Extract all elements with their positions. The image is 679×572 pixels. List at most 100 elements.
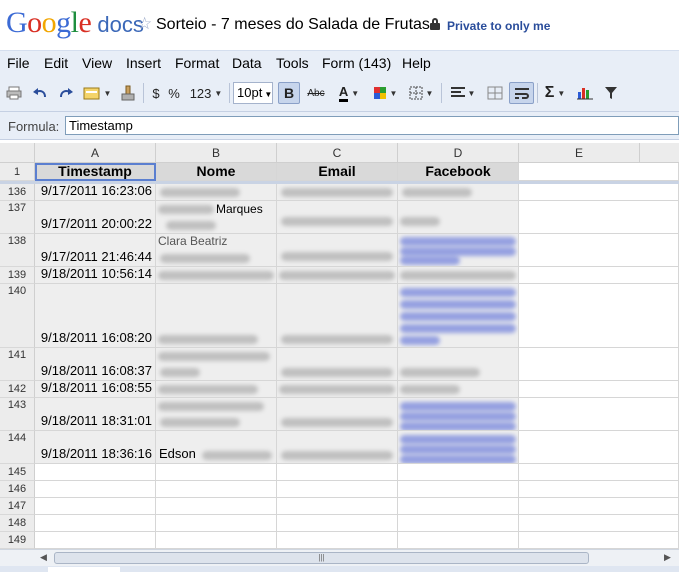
paint-format-icon[interactable] bbox=[118, 82, 138, 104]
empty-cell[interactable] bbox=[35, 498, 156, 515]
merge-icon[interactable] bbox=[484, 82, 506, 104]
header-cell-timestamp[interactable]: Timestamp bbox=[35, 163, 156, 181]
timestamp-cell[interactable]: 9/18/2011 10:56:14 bbox=[35, 267, 156, 284]
nome-cell[interactable]: Edson bbox=[156, 431, 277, 464]
google-docs-logo[interactable]: Google docs bbox=[6, 6, 144, 42]
timestamp-cell[interactable]: 9/18/2011 16:08:55 bbox=[35, 381, 156, 398]
empty-cell[interactable] bbox=[277, 498, 398, 515]
timestamp-cell[interactable]: 9/18/2011 16:08:37 bbox=[35, 348, 156, 381]
empty-cell[interactable] bbox=[398, 481, 519, 498]
menu-insert[interactable]: Insert bbox=[126, 55, 161, 71]
row-number[interactable]: 142 bbox=[0, 381, 35, 398]
timestamp-cell[interactable]: 9/17/2011 20:00:22 bbox=[35, 201, 156, 234]
percent-icon[interactable]: % bbox=[167, 82, 181, 104]
empty-cell[interactable] bbox=[156, 464, 277, 481]
timestamp-cell[interactable]: 9/17/2011 21:46:44 bbox=[35, 234, 156, 267]
row-number[interactable]: 139 bbox=[0, 267, 35, 284]
row-number[interactable]: 149 bbox=[0, 532, 35, 549]
empty-cell[interactable] bbox=[398, 464, 519, 481]
borders-icon[interactable]: ▼ bbox=[406, 82, 436, 104]
print-icon[interactable] bbox=[4, 82, 24, 104]
nome-cell[interactable] bbox=[156, 267, 277, 284]
facebook-cell[interactable] bbox=[398, 184, 519, 201]
scroll-left-icon[interactable]: ◀ bbox=[40, 552, 47, 563]
menu-help[interactable]: Help bbox=[402, 55, 431, 71]
facebook-cell[interactable] bbox=[398, 431, 519, 464]
row-number[interactable]: 141 bbox=[0, 348, 35, 381]
timestamp-cell[interactable]: 9/18/2011 16:08:20 bbox=[35, 284, 156, 348]
empty-cell[interactable] bbox=[519, 184, 679, 201]
format-icon[interactable]: ▼ bbox=[82, 82, 112, 104]
row-number[interactable]: 146 bbox=[0, 481, 35, 498]
empty-cell[interactable] bbox=[35, 532, 156, 549]
undo-icon[interactable] bbox=[30, 82, 50, 104]
empty-cell[interactable] bbox=[277, 464, 398, 481]
empty-cell[interactable] bbox=[519, 481, 679, 498]
email-cell[interactable] bbox=[277, 184, 398, 201]
filter-icon[interactable] bbox=[601, 82, 621, 104]
number-format-icon[interactable]: 123 ▼ bbox=[186, 82, 226, 104]
row-number[interactable]: 145 bbox=[0, 464, 35, 481]
row-number[interactable]: 138 bbox=[0, 234, 35, 267]
empty-cell[interactable] bbox=[519, 284, 679, 348]
empty-cell[interactable] bbox=[519, 498, 679, 515]
align-icon[interactable]: ▼ bbox=[448, 82, 478, 104]
facebook-cell[interactable] bbox=[398, 234, 519, 267]
wrap-icon[interactable] bbox=[509, 82, 534, 104]
column-header-f[interactable] bbox=[640, 143, 679, 163]
nome-cell[interactable] bbox=[156, 348, 277, 381]
empty-cell[interactable] bbox=[519, 398, 679, 431]
timestamp-cell[interactable]: 9/18/2011 18:36:16 bbox=[35, 431, 156, 464]
email-cell[interactable] bbox=[277, 381, 398, 398]
timestamp-cell[interactable]: 9/17/2011 16:23:06 bbox=[35, 184, 156, 201]
empty-cell[interactable] bbox=[398, 515, 519, 532]
empty-cell[interactable] bbox=[519, 163, 679, 181]
facebook-cell[interactable] bbox=[398, 398, 519, 431]
row-number[interactable]: 140 bbox=[0, 284, 35, 348]
column-header-d[interactable]: D bbox=[398, 143, 519, 163]
email-cell[interactable] bbox=[277, 431, 398, 464]
empty-cell[interactable] bbox=[519, 515, 679, 532]
facebook-cell[interactable] bbox=[398, 284, 519, 348]
row-number[interactable]: 148 bbox=[0, 515, 35, 532]
row-number[interactable]: 147 bbox=[0, 498, 35, 515]
empty-cell[interactable] bbox=[519, 464, 679, 481]
formula-input[interactable]: Timestamp bbox=[65, 116, 679, 135]
empty-cell[interactable] bbox=[156, 498, 277, 515]
empty-cell[interactable] bbox=[277, 532, 398, 549]
nome-cell[interactable]: Marques bbox=[156, 201, 277, 234]
facebook-cell[interactable] bbox=[398, 267, 519, 284]
bold-icon[interactable]: B bbox=[278, 82, 300, 104]
column-header-b[interactable]: B bbox=[156, 143, 277, 163]
nome-cell[interactable] bbox=[156, 284, 277, 348]
email-cell[interactable] bbox=[277, 267, 398, 284]
sum-icon[interactable]: Σ ▼ bbox=[541, 82, 569, 104]
empty-cell[interactable] bbox=[156, 532, 277, 549]
horizontal-scrollbar[interactable]: ◀ ||| ▶ bbox=[0, 549, 679, 566]
menu-format[interactable]: Format bbox=[175, 55, 219, 71]
empty-cell[interactable] bbox=[519, 532, 679, 549]
nome-cell[interactable] bbox=[156, 381, 277, 398]
empty-cell[interactable] bbox=[519, 201, 679, 234]
email-cell[interactable] bbox=[277, 201, 398, 234]
menu-edit[interactable]: Edit bbox=[44, 55, 68, 71]
empty-cell[interactable] bbox=[519, 431, 679, 464]
email-cell[interactable] bbox=[277, 234, 398, 267]
facebook-cell[interactable] bbox=[398, 381, 519, 398]
menu-view[interactable]: View bbox=[82, 55, 112, 71]
header-cell-facebook[interactable]: Facebook bbox=[398, 163, 519, 181]
empty-cell[interactable] bbox=[35, 464, 156, 481]
empty-cell[interactable] bbox=[277, 515, 398, 532]
row-number[interactable]: 144 bbox=[0, 431, 35, 464]
empty-cell[interactable] bbox=[519, 267, 679, 284]
row-number[interactable]: 137 bbox=[0, 201, 35, 234]
facebook-cell[interactable] bbox=[398, 201, 519, 234]
menu-data[interactable]: Data bbox=[232, 55, 262, 71]
row-number[interactable]: 136 bbox=[0, 184, 35, 201]
empty-cell[interactable] bbox=[519, 381, 679, 398]
menu-tools[interactable]: Tools bbox=[276, 55, 309, 71]
empty-cell[interactable] bbox=[398, 498, 519, 515]
empty-cell[interactable] bbox=[156, 515, 277, 532]
nome-cell[interactable]: Clara Beatriz bbox=[156, 234, 277, 267]
header-cell-nome[interactable]: Nome bbox=[156, 163, 277, 181]
